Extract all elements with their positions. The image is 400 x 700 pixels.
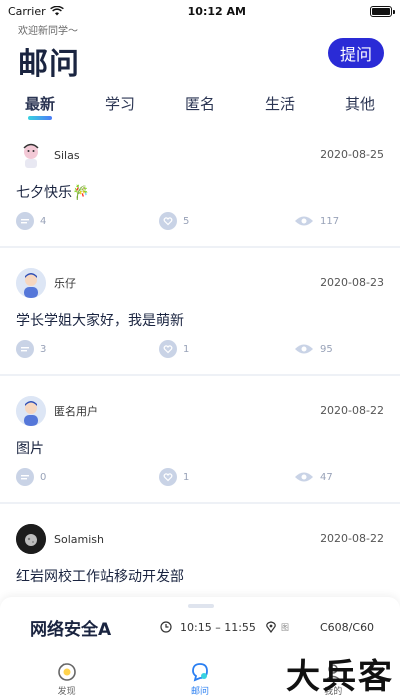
ask-question-button[interactable]: 提问 — [328, 38, 384, 68]
tab-study[interactable]: 学习 — [90, 93, 150, 114]
post-card[interactable]: Silas 2020-08-25 七夕快乐🎋 4 5 117 — [0, 120, 400, 248]
drag-handle[interactable] — [188, 604, 214, 608]
comment-count[interactable]: 3 — [16, 340, 159, 358]
page-header: 欢迎新同学～ 邮问 提问 最新 学习 匿名 生活 其他 — [0, 22, 400, 120]
wifi-icon — [49, 5, 64, 16]
post-card[interactable]: 乐仔 2020-08-23 学长学姐大家好，我是萌新 3 1 95 — [0, 248, 400, 376]
page-title: 邮问 — [18, 47, 80, 82]
nav-discover[interactable]: 发现 — [37, 661, 97, 697]
avatar[interactable] — [16, 268, 46, 298]
eye-icon — [295, 344, 313, 354]
category-tabs: 最新 学习 匿名 生活 其他 — [0, 86, 400, 120]
course-card[interactable]: 网络安全A 10:15 – 11:55 图 C608/C60 — [0, 597, 400, 657]
nav-mail-question[interactable]: 邮问 — [170, 661, 230, 697]
post-date: 2020-08-23 — [320, 276, 384, 289]
course-name: 网络安全A — [30, 619, 112, 640]
discover-icon — [57, 662, 76, 681]
like-icon — [159, 340, 177, 358]
tab-anonymous[interactable]: 匿名 — [170, 93, 230, 114]
like-count[interactable]: 1 — [159, 340, 294, 358]
username: Solamish — [54, 532, 104, 546]
welcome-text: 欢迎新同学～ — [18, 26, 78, 37]
comment-icon — [16, 212, 34, 230]
eye-icon — [295, 216, 313, 226]
clock-icon — [160, 621, 172, 633]
carrier-label: Carrier — [8, 4, 46, 18]
comment-count[interactable]: 4 — [16, 212, 159, 230]
comment-icon — [16, 468, 34, 486]
like-count[interactable]: 1 — [159, 468, 294, 486]
view-count: 47 — [294, 468, 333, 486]
course-room: C608/C60 — [320, 620, 375, 634]
post-card[interactable]: 匿名用户 2020-08-22 图片 0 1 47 — [0, 376, 400, 504]
like-icon — [159, 212, 177, 230]
post-content: 红岩网校工作站移动开发部 — [16, 569, 184, 585]
avatar[interactable] — [16, 140, 46, 170]
mail-question-icon — [192, 662, 208, 681]
username: 匿名用户 — [54, 405, 98, 418]
course-location: 图 — [265, 621, 320, 633]
view-count: 117 — [294, 212, 339, 230]
post-date: 2020-08-22 — [320, 532, 384, 545]
like-count[interactable]: 5 — [159, 212, 294, 230]
tab-life[interactable]: 生活 — [250, 93, 310, 114]
like-icon — [159, 468, 177, 486]
username: 乐仔 — [54, 277, 76, 290]
tab-latest[interactable]: 最新 — [10, 93, 70, 114]
post-content: 图片 — [16, 441, 44, 457]
username: Silas — [54, 148, 80, 162]
location-icon — [266, 621, 276, 633]
post-content: 七夕快乐🎋 — [16, 185, 90, 201]
post-date: 2020-08-25 — [320, 148, 384, 161]
view-count: 95 — [294, 340, 333, 358]
status-time: 10:12 AM — [187, 4, 246, 18]
status-bar: Carrier 10:12 AM — [0, 0, 400, 22]
post-content: 学长学姐大家好，我是萌新 — [16, 313, 184, 329]
course-time: 10:15 – 11:55 — [160, 621, 265, 634]
tab-other[interactable]: 其他 — [330, 93, 390, 114]
eye-icon — [295, 472, 313, 482]
battery-icon — [370, 5, 395, 17]
watermark: 大兵客 — [286, 657, 394, 697]
post-date: 2020-08-22 — [320, 404, 384, 417]
post-feed[interactable]: Silas 2020-08-25 七夕快乐🎋 4 5 117 乐仔 2020-0… — [0, 120, 400, 632]
avatar[interactable] — [16, 396, 46, 426]
comment-count[interactable]: 0 — [16, 468, 159, 486]
avatar[interactable] — [16, 524, 46, 554]
comment-icon — [16, 340, 34, 358]
